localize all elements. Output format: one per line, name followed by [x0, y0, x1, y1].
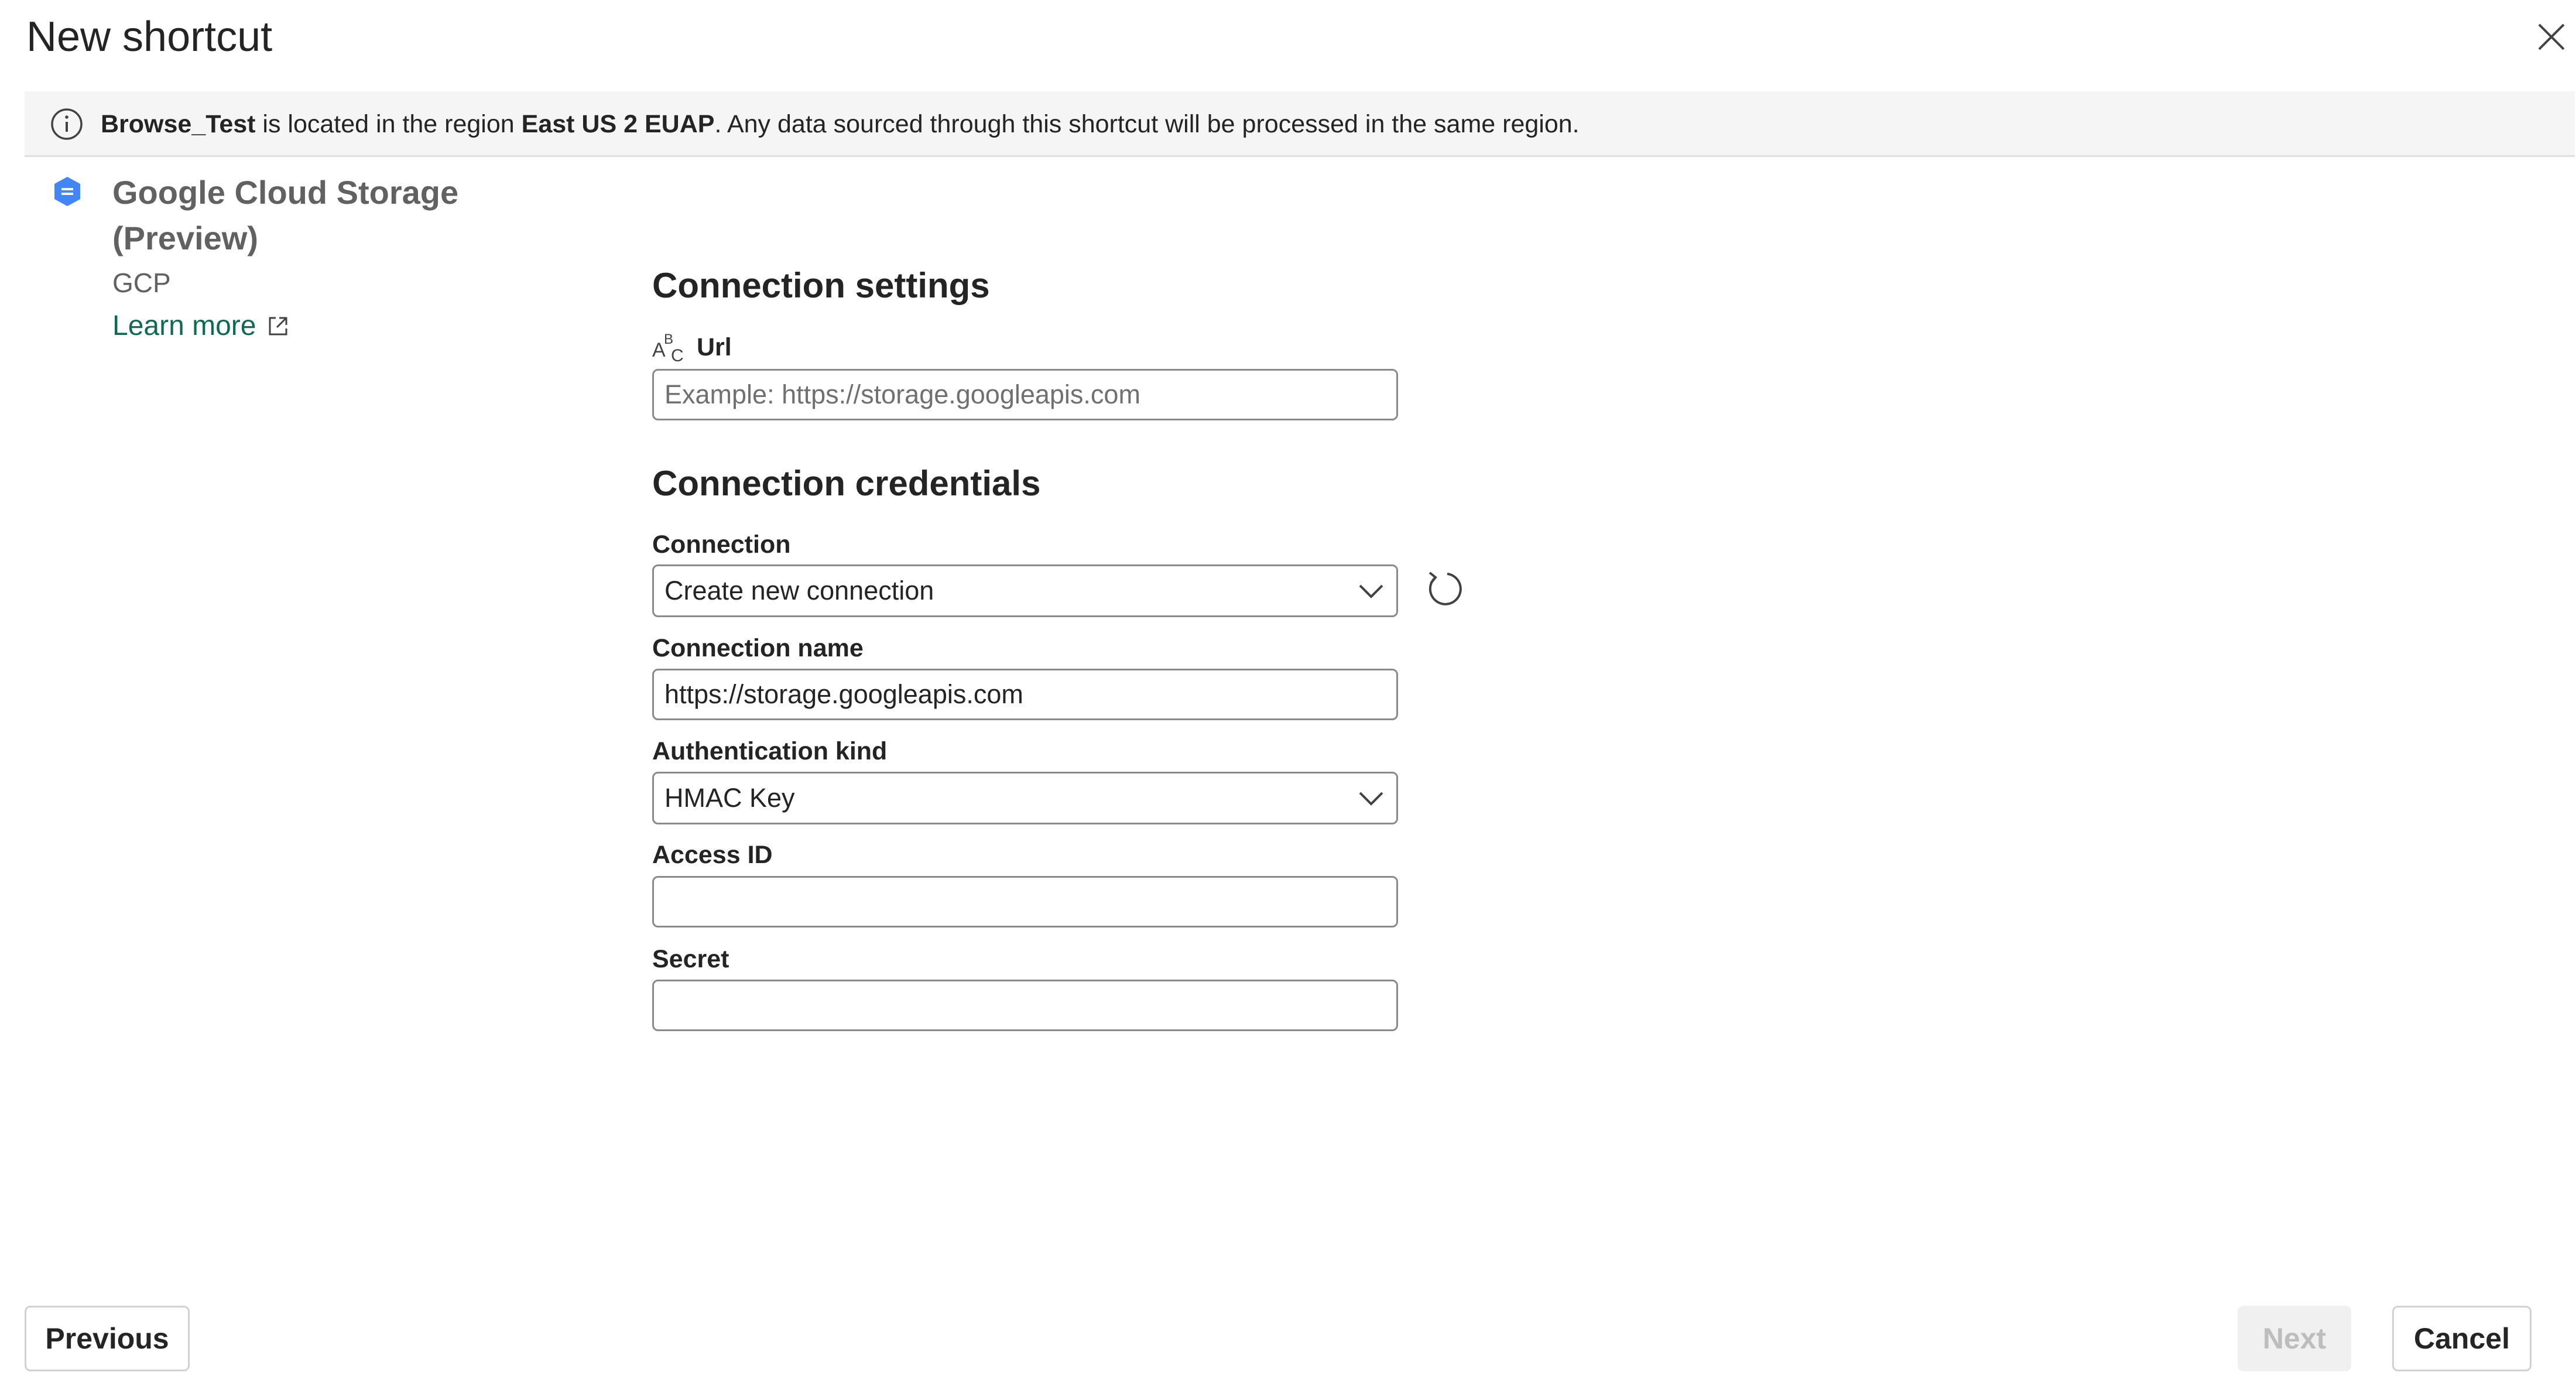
close-icon	[2538, 23, 2565, 50]
info-icon	[51, 108, 83, 140]
connection-label: Connection	[652, 530, 791, 559]
chevron-down-icon	[1359, 792, 1383, 806]
access-id-input[interactable]	[652, 876, 1398, 927]
authentication-kind-label: Authentication kind	[652, 737, 888, 765]
secret-label: Secret	[652, 945, 729, 973]
workspace-name: Browse_Test	[101, 110, 256, 138]
connection-name-label: Connection name	[652, 634, 864, 662]
url-label: Url	[697, 333, 732, 361]
svg-text:B: B	[664, 331, 673, 347]
connection-dropdown[interactable]: Create new connection	[652, 564, 1398, 617]
source-name: Google Cloud Storage (Preview)	[112, 174, 459, 256]
connection-name-input[interactable]	[652, 669, 1398, 720]
previous-button[interactable]: Previous	[25, 1306, 190, 1371]
gcs-hexagon-icon	[54, 177, 80, 206]
refresh-icon	[1429, 571, 1462, 605]
cancel-button[interactable]: Cancel	[2392, 1306, 2532, 1371]
text-type-icon: A B C	[652, 331, 684, 365]
authentication-kind-value: HMAC Key	[664, 783, 795, 813]
refresh-button[interactable]	[1424, 568, 1465, 609]
secret-input[interactable]	[652, 980, 1398, 1031]
region-name: East US 2 EUAP	[521, 110, 715, 138]
learn-more-label: Learn more	[112, 310, 256, 341]
connection-settings-heading: Connection settings	[652, 266, 990, 305]
close-button[interactable]	[2535, 20, 2568, 53]
connection-credentials-heading: Connection credentials	[652, 464, 1041, 503]
svg-text:C: C	[671, 346, 684, 365]
region-info-banner: Browse_Test is located in the region Eas…	[25, 91, 2575, 157]
chevron-down-icon	[1359, 584, 1383, 598]
external-link-icon	[269, 317, 287, 336]
next-button[interactable]: Next	[2238, 1306, 2351, 1371]
banner-text-1: is located in the region	[255, 110, 522, 138]
dialog-title: New shortcut	[26, 13, 273, 60]
source-short-name: GCP	[112, 268, 171, 298]
access-id-label: Access ID	[652, 841, 773, 869]
url-input[interactable]	[652, 369, 1398, 420]
banner-text-2: . Any data sourced through this shortcut…	[714, 110, 1580, 138]
connection-dropdown-value: Create new connection	[664, 576, 934, 605]
authentication-kind-dropdown[interactable]: HMAC Key	[652, 772, 1398, 824]
banner-message: Browse_Test is located in the region Eas…	[101, 91, 1580, 157]
learn-more-link[interactable]: Learn more	[112, 306, 290, 347]
